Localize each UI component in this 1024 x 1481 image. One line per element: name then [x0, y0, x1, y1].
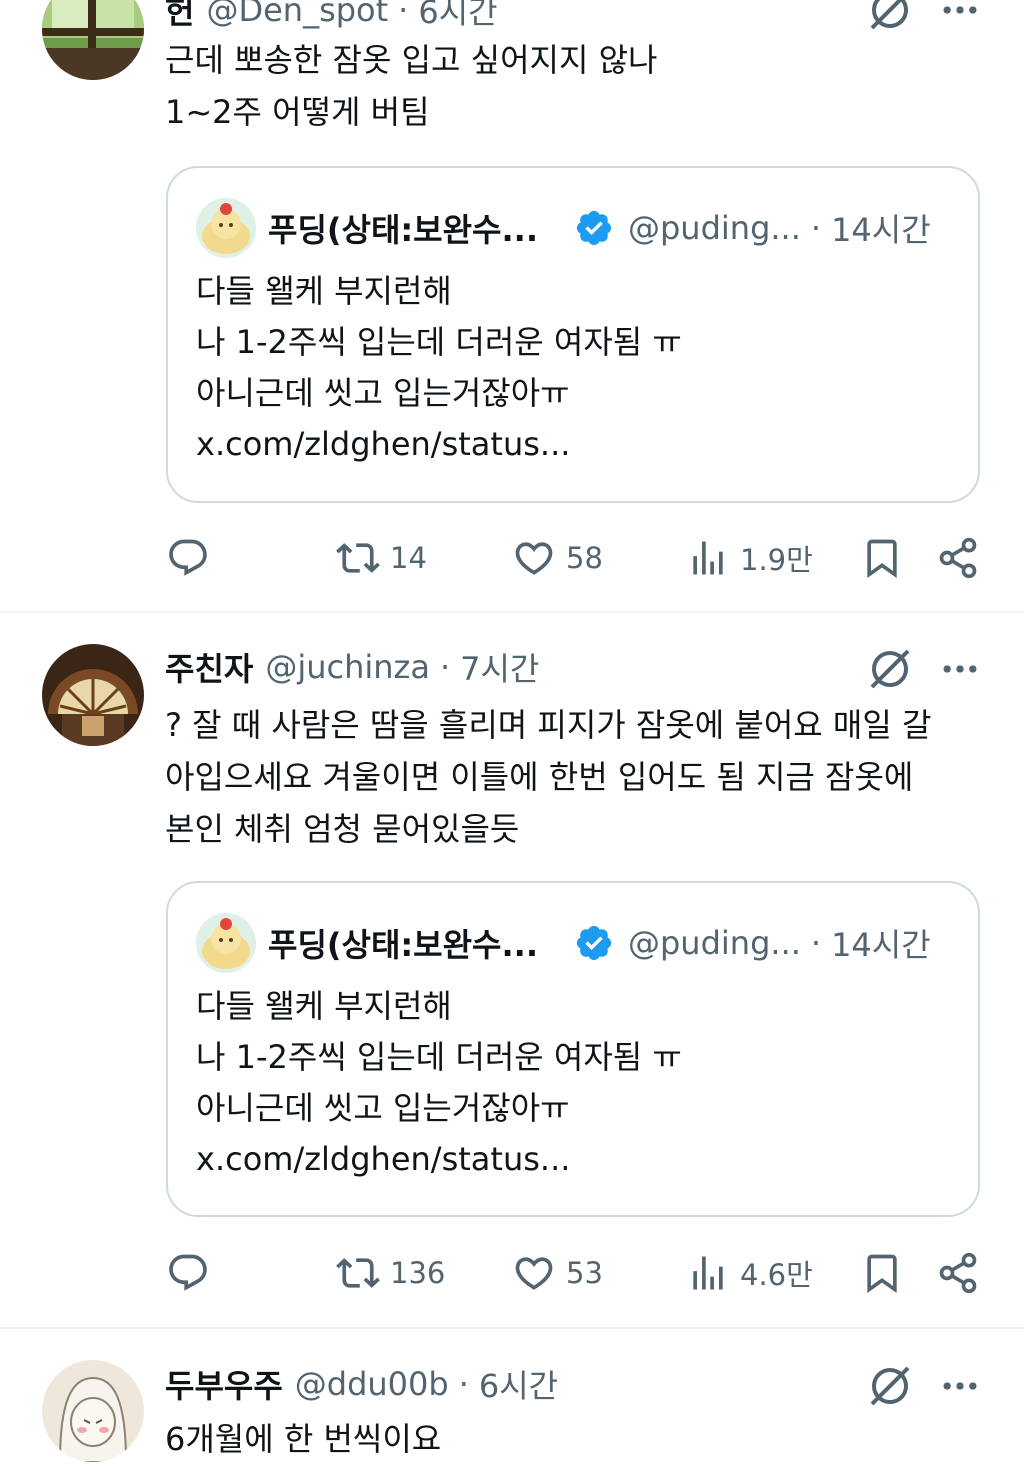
separator-dot: ·: [398, 0, 409, 29]
avatar[interactable]: [196, 913, 256, 973]
user-handle[interactable]: @ddu00b: [295, 1365, 449, 1403]
quote-timestamp[interactable]: 14시간: [831, 920, 931, 966]
user-handle[interactable]: @juchinza: [265, 648, 430, 686]
avatar[interactable]: [42, 644, 144, 746]
action-bar: 14 58 1.9만: [0, 533, 1024, 583]
views-button[interactable]: 4.6만: [686, 1248, 813, 1298]
separator-dot: ·: [810, 924, 822, 962]
quote-user-handle[interactable]: @puding...: [628, 924, 801, 962]
heart-icon: [512, 1251, 556, 1295]
verified-badge-icon: [574, 208, 614, 248]
retweet-icon: [336, 1251, 380, 1295]
quote-text: 다들 왤케 부지런해 나 1-2주씩 입는데 더러운 여자됨 ㅠ 아니근데 씻고…: [196, 272, 682, 463]
more-icon[interactable]: [938, 647, 982, 691]
verified-badge-icon: [574, 923, 614, 963]
retweet-icon: [336, 536, 380, 580]
views-icon: [686, 1251, 730, 1295]
more-icon[interactable]: [938, 0, 982, 32]
reply-icon: [166, 536, 210, 580]
quote-header: 푸딩(상태:보완수... @puding... · 14시간: [196, 198, 931, 258]
tweet[interactable]: 주친자 @juchinza · 7시간 ? 잘 때 사람은 땀을 흘리며 피지가…: [0, 613, 1024, 1327]
tweet-header: 두부우주 @ddu00b · 6시간: [165, 1362, 558, 1406]
retweet-button[interactable]: 136: [336, 1248, 445, 1298]
grok-icon[interactable]: [866, 1362, 914, 1410]
share-icon: [936, 536, 980, 580]
user-handle[interactable]: @Den_spot: [206, 0, 388, 29]
reply-icon: [166, 1251, 210, 1295]
quote-timestamp[interactable]: 14시간: [831, 205, 931, 251]
bookmark-icon: [860, 536, 904, 580]
bookmark-button[interactable]: [860, 1248, 914, 1298]
grok-icon[interactable]: [866, 645, 914, 693]
separator-dot: ·: [439, 648, 451, 686]
tweet-text: 6개월에 한 번씩이요: [165, 1420, 442, 1458]
tweet-header: 헌 @Den_spot · 6시간: [165, 0, 498, 32]
quote-user-handle[interactable]: @puding...: [628, 209, 801, 247]
retweet-count: 14: [390, 541, 427, 575]
separator-dot: ·: [810, 209, 822, 247]
like-count: 53: [566, 1256, 603, 1290]
quote-display-name[interactable]: 푸딩(상태:보완수...: [268, 920, 538, 966]
retweet-count: 136: [390, 1256, 446, 1290]
tweet-header: 주친자 @juchinza · 7시간: [165, 645, 539, 689]
separator-dot: ·: [458, 1365, 469, 1403]
views-button[interactable]: 1.9만: [686, 533, 813, 583]
display-name[interactable]: 헌: [165, 0, 194, 33]
tweet[interactable]: 헌 @Den_spot · 6시간 근데 뽀송한 잠옷 입고 싶어지지 않나 1…: [0, 0, 1024, 612]
more-icon[interactable]: [938, 1364, 982, 1408]
share-icon: [936, 1251, 980, 1295]
like-button[interactable]: 53: [512, 1248, 603, 1298]
bookmark-button[interactable]: [860, 533, 914, 583]
timestamp[interactable]: 7시간: [460, 644, 539, 690]
avatar[interactable]: [196, 198, 256, 258]
retweet-button[interactable]: 14: [336, 533, 427, 583]
timestamp[interactable]: 6시간: [418, 0, 497, 33]
display-name[interactable]: 두부우주: [165, 1361, 283, 1407]
view-count: 1.9만: [740, 543, 813, 577]
quoted-tweet[interactable]: 푸딩(상태:보완수... @puding... · 14시간 다들 왤케 부지런…: [166, 166, 980, 503]
quote-header: 푸딩(상태:보완수... @puding... · 14시간: [196, 913, 931, 973]
heart-icon: [512, 536, 556, 580]
tweet-text: 근데 뽀송한 잠옷 입고 싶어지지 않나 1~2주 어떻게 버팀: [165, 41, 658, 131]
quote-display-name[interactable]: 푸딩(상태:보완수...: [268, 205, 538, 251]
like-button[interactable]: 58: [512, 533, 603, 583]
share-button[interactable]: [936, 533, 990, 583]
like-count: 58: [566, 541, 603, 575]
views-icon: [686, 536, 730, 580]
bookmark-icon: [860, 1251, 904, 1295]
quote-text: 다들 왤케 부지런해 나 1-2주씩 입는데 더러운 여자됨 ㅠ 아니근데 씻고…: [196, 987, 682, 1178]
quoted-tweet[interactable]: 푸딩(상태:보완수... @puding... · 14시간 다들 왤케 부지런…: [166, 881, 980, 1217]
tweet-text: ? 잘 때 사람은 땀을 흘리며 피지가 잠옷에 붙어요 매일 갈 아입으세요 …: [165, 706, 932, 848]
tweet[interactable]: 두부우주 @ddu00b · 6시간 6개월에 한 번씩이요: [0, 1329, 1024, 1481]
action-bar: 136 53 4.6만: [0, 1248, 1024, 1298]
avatar[interactable]: [42, 0, 144, 80]
avatar[interactable]: [42, 1360, 144, 1462]
view-count: 4.6만: [740, 1258, 813, 1292]
reply-button[interactable]: [166, 1248, 220, 1298]
timestamp[interactable]: 6시간: [479, 1361, 558, 1407]
grok-icon[interactable]: [866, 0, 914, 34]
share-button[interactable]: [936, 1248, 990, 1298]
reply-button[interactable]: [166, 533, 220, 583]
display-name[interactable]: 주친자: [165, 644, 253, 690]
